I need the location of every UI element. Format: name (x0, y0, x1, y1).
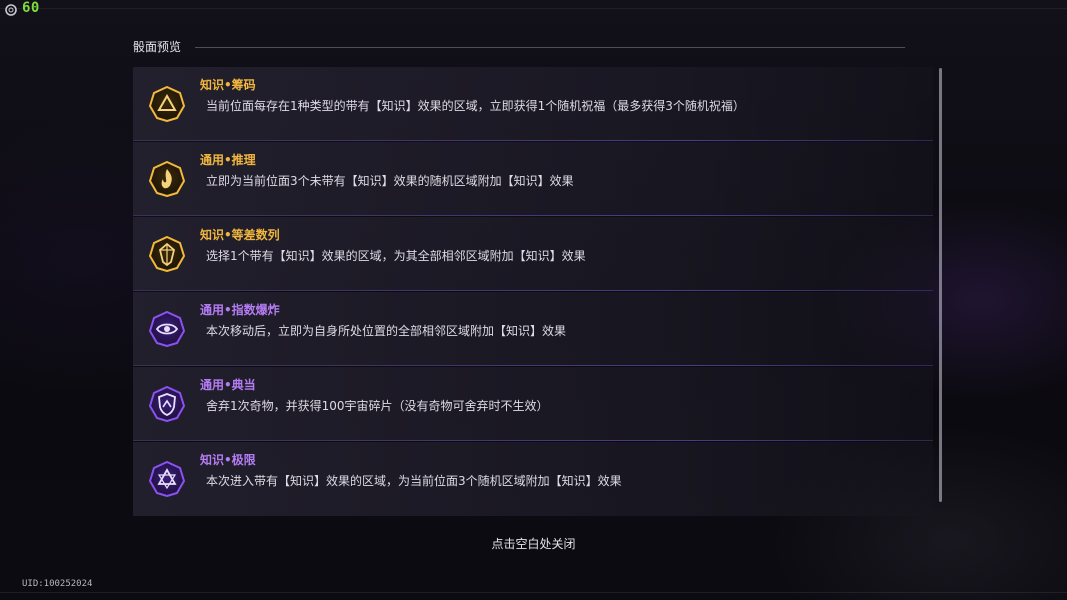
game-screen[interactable]: 60 骰面预览 知识•筹码 当前位面每存在1种类型的带有【知识】效果的区域，立即… (0, 0, 1067, 600)
item-description: 本次移动后，立即为自身所处位置的全部相邻区域附加【知识】效果 (206, 324, 567, 338)
panel-header: 骰面预览 (133, 38, 905, 58)
dice-face-item[interactable]: 通用•典当 舍弃1次奇物，并获得100宇宙碎片（没有奇物可舍弃时不生效） (133, 367, 933, 441)
item-divider (133, 140, 933, 141)
close-hint[interactable]: 点击空白处关闭 (0, 535, 1067, 552)
item-description: 立即为当前位面3个未带有【知识】效果的随机区域附加【知识】效果 (206, 174, 574, 188)
dice-face-item[interactable]: 通用•推理 立即为当前位面3个未带有【知识】效果的随机区域附加【知识】效果 (133, 142, 933, 216)
flame-icon (149, 161, 185, 197)
item-description: 舍弃1次奇物，并获得100宇宙碎片（没有奇物可舍弃时不生效） (206, 399, 549, 413)
top-frame (0, 0, 1067, 9)
fps-gear-icon (5, 4, 17, 16)
shield-icon (149, 386, 185, 422)
item-name: 知识•极限 (200, 453, 256, 467)
list-scrollbar[interactable] (939, 68, 942, 502)
item-divider (133, 215, 933, 216)
dice-face-list[interactable]: 知识•筹码 当前位面每存在1种类型的带有【知识】效果的区域，立即获得1个随机祝福… (133, 67, 933, 516)
title-divider (195, 47, 905, 48)
dice-face-item[interactable]: 知识•极限 本次进入带有【知识】效果的区域，为当前位面3个随机区域附加【知识】效… (133, 442, 933, 516)
item-name: 知识•等差数列 (200, 228, 280, 242)
crystal-icon (149, 236, 185, 272)
bottom-frame (0, 592, 1067, 593)
panel-title: 骰面预览 (133, 40, 182, 54)
item-divider (133, 440, 933, 441)
dice-face-item[interactable]: 通用•指数爆炸 本次移动后，立即为自身所处位置的全部相邻区域附加【知识】效果 (133, 292, 933, 366)
item-name: 通用•典当 (200, 378, 256, 392)
item-name: 知识•筹码 (200, 78, 256, 92)
fps-counter: 60 (22, 0, 40, 16)
item-description: 本次进入带有【知识】效果的区域，为当前位面3个随机区域附加【知识】效果 (206, 474, 622, 488)
item-name: 通用•指数爆炸 (200, 303, 280, 317)
item-divider (133, 365, 933, 366)
dice-face-item[interactable]: 知识•筹码 当前位面每存在1种类型的带有【知识】效果的区域，立即获得1个随机祝福… (133, 67, 933, 141)
dice-face-item[interactable]: 知识•等差数列 选择1个带有【知识】效果的区域，为其全部相邻区域附加【知识】效果 (133, 217, 933, 291)
uid-label: UID:100252024 (22, 579, 93, 589)
triangle-icon (149, 86, 185, 122)
tri-star-icon (149, 461, 185, 497)
item-description: 当前位面每存在1种类型的带有【知识】效果的区域，立即获得1个随机祝福（最多获得3… (206, 99, 745, 113)
eye-icon (149, 311, 185, 347)
item-divider (133, 290, 933, 291)
item-name: 通用•推理 (200, 153, 256, 167)
item-description: 选择1个带有【知识】效果的区域，为其全部相邻区域附加【知识】效果 (206, 249, 586, 263)
